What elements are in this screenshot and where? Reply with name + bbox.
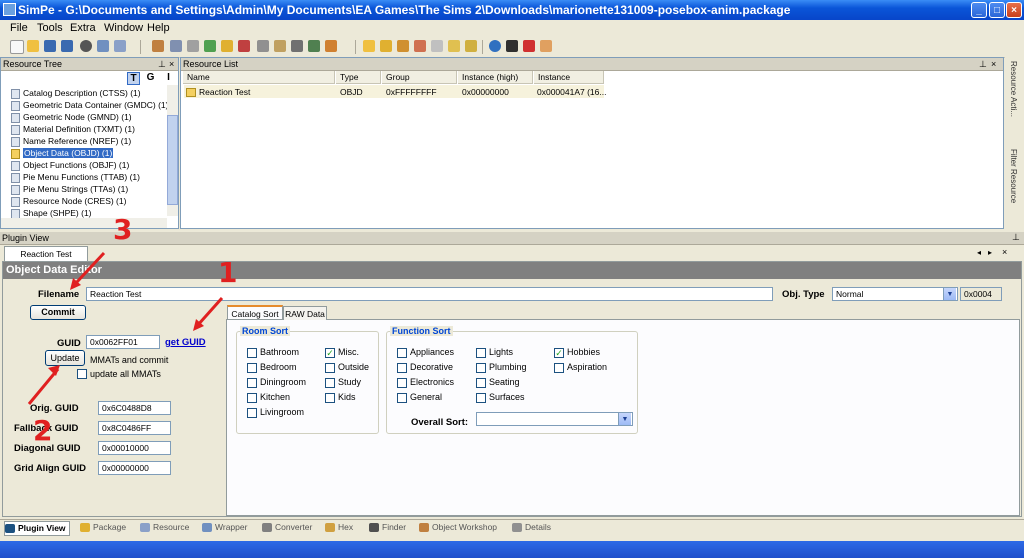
annotation-arrow-1 — [195, 297, 224, 327]
annotation-number-3: 3 — [113, 213, 133, 246]
annotation-overlay — [27, 251, 224, 405]
annotation-number-1: 1 — [218, 256, 238, 289]
annotation-arrow-2 — [27, 368, 60, 405]
annotation-arrow-3 — [74, 251, 106, 285]
annotation-number-2: 2 — [33, 414, 53, 447]
